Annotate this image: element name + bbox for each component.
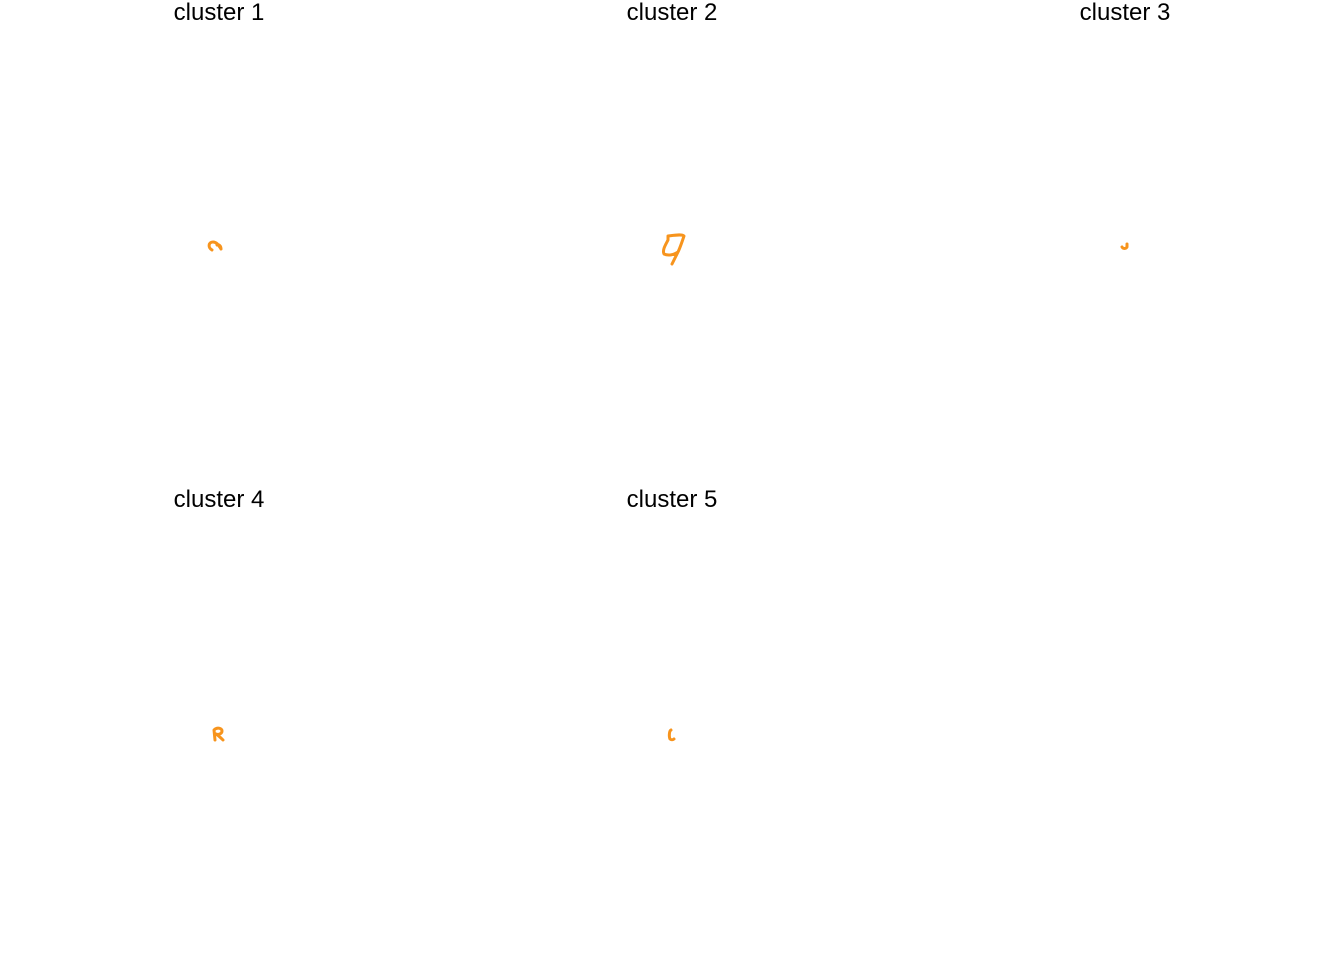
cluster-panel-3: cluster 3	[901, 0, 1344, 480]
cluster-3-shape	[1120, 242, 1129, 250]
cluster-panel-5: cluster 5	[448, 487, 896, 967]
cluster-5-shape	[667, 728, 676, 742]
cluster-panel-4: cluster 4	[0, 487, 443, 967]
cluster-2-shape	[662, 233, 686, 266]
cluster-1-shape	[207, 240, 223, 252]
cluster-panel-2: cluster 2	[448, 0, 896, 480]
cluster-4-shape	[212, 726, 225, 742]
cluster-panel-1: cluster 1	[0, 0, 443, 480]
